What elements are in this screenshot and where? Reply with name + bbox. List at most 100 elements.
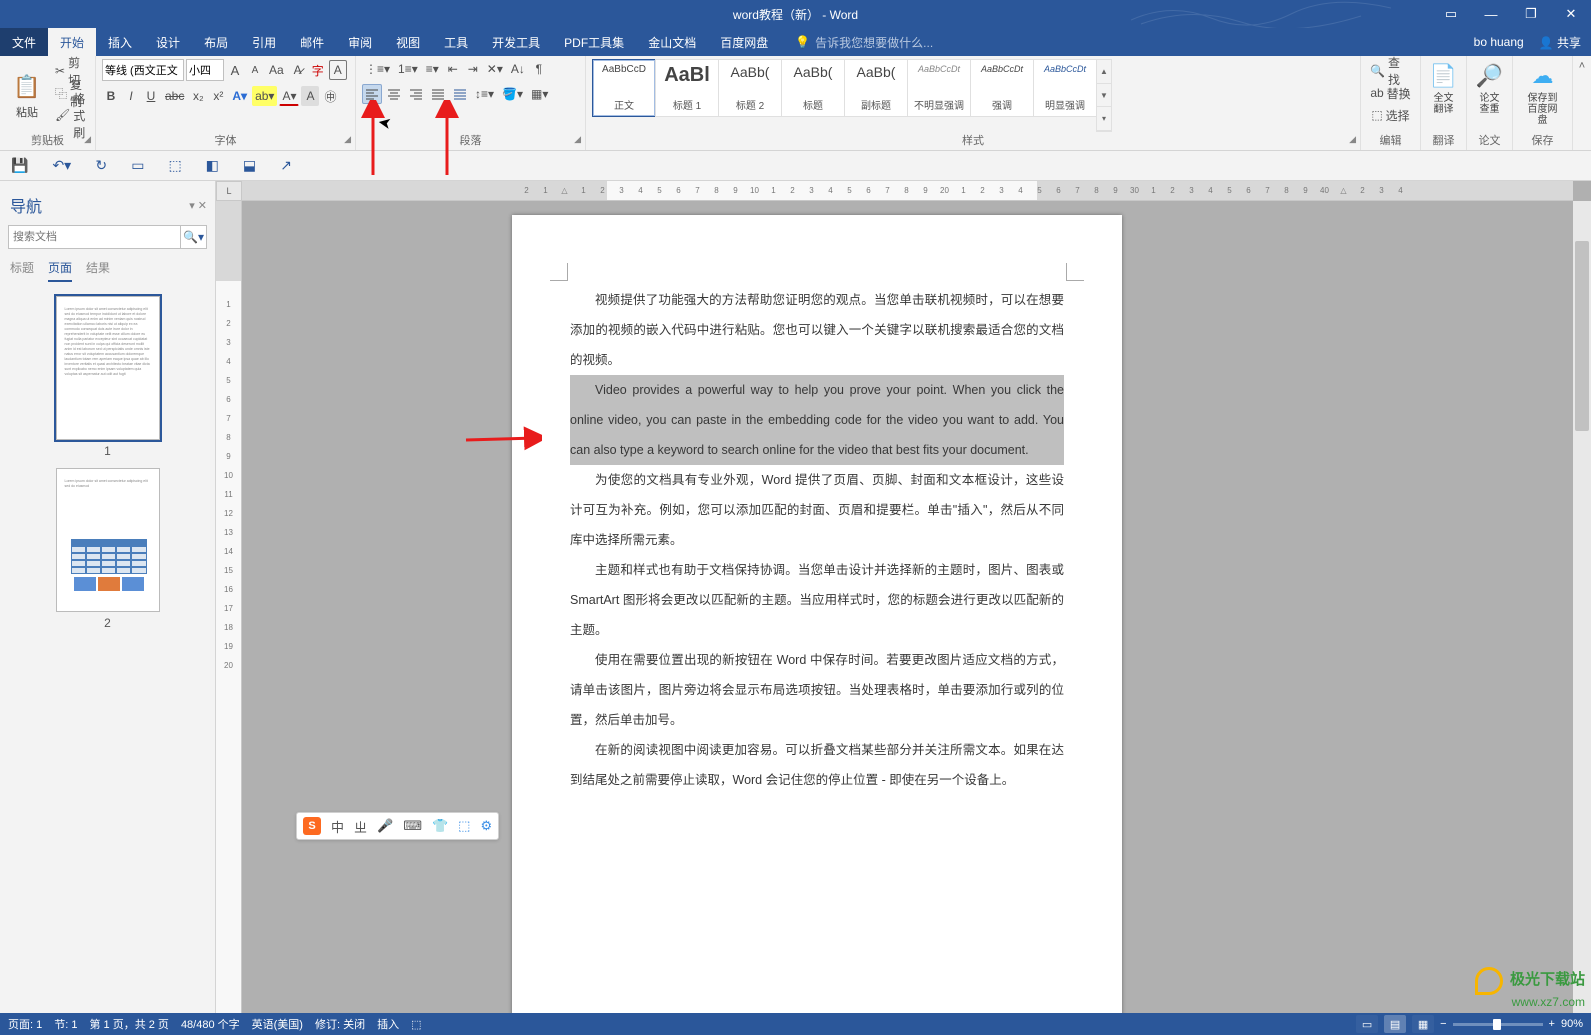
- superscript-button[interactable]: x²: [209, 86, 227, 106]
- zoom-level[interactable]: 90%: [1561, 1018, 1583, 1030]
- tab-file[interactable]: 文件: [0, 28, 48, 56]
- ruler-corner[interactable]: L: [216, 181, 242, 201]
- qat-7[interactable]: ⬓: [240, 156, 259, 176]
- shading-button[interactable]: 🪣▾: [499, 84, 526, 104]
- status-page[interactable]: 页面: 1: [8, 1016, 42, 1032]
- line-spacing-button[interactable]: ↕≡▾: [472, 84, 497, 104]
- style-gallery[interactable]: AaBbCcD正文 AaBl标题 1 AaBb(标题 2 AaBb(标题 AaB…: [592, 59, 1112, 132]
- char-border-button[interactable]: A: [329, 60, 347, 80]
- minimize-button[interactable]: —: [1471, 0, 1511, 28]
- tab-home[interactable]: 开始: [48, 28, 96, 56]
- tab-references[interactable]: 引用: [240, 28, 288, 56]
- doc-paragraph-3[interactable]: 为使您的文档具有专业外观，Word 提供了页眉、页脚、封面和文本框设计，这些设计…: [570, 465, 1064, 555]
- vertical-ruler[interactable]: 1234567891011121314151617181920: [216, 201, 242, 1013]
- qat-8[interactable]: ↗: [277, 156, 295, 176]
- ribbon-display-options[interactable]: ▭: [1431, 0, 1471, 28]
- restore-button[interactable]: ❐: [1511, 0, 1551, 28]
- bullets-button[interactable]: ⋮≡▾: [362, 59, 393, 79]
- view-web-button[interactable]: ▦: [1412, 1015, 1434, 1033]
- style-heading1[interactable]: AaBl标题 1: [655, 59, 719, 117]
- user-name[interactable]: bo huang: [1474, 35, 1524, 49]
- change-case-button[interactable]: Aa: [266, 60, 287, 80]
- doc-paragraph-4[interactable]: 主题和样式也有助于文档保持协调。当您单击设计并选择新的主题时，图片、图表或 Sm…: [570, 555, 1064, 645]
- subscript-button[interactable]: x₂: [189, 86, 207, 106]
- ime-lang[interactable]: 中: [331, 817, 344, 836]
- tab-view[interactable]: 视图: [384, 28, 432, 56]
- status-track[interactable]: 修订: 关闭: [315, 1016, 365, 1032]
- select-button[interactable]: ⬚ 选择: [1367, 105, 1414, 125]
- nav-tab-pages[interactable]: 页面: [48, 259, 72, 282]
- paragraph-launcher[interactable]: ◢: [574, 130, 581, 148]
- font-name-select[interactable]: [102, 59, 184, 81]
- doc-paragraph-1[interactable]: 视频提供了功能强大的方法帮助您证明您的观点。当您单击联机视频时，可以在想要添加的…: [570, 285, 1064, 375]
- status-extra[interactable]: ⬚: [411, 1018, 421, 1031]
- tab-review[interactable]: 审阅: [336, 28, 384, 56]
- status-pages[interactable]: 第 1 页，共 2 页: [89, 1016, 168, 1032]
- paste-button[interactable]: 📋 粘贴: [6, 59, 48, 132]
- nav-tab-results[interactable]: 结果: [86, 259, 110, 282]
- text-effect-button[interactable]: A▾: [229, 86, 250, 106]
- nav-close[interactable]: ✕: [198, 200, 207, 212]
- styles-launcher[interactable]: ◢: [1349, 130, 1356, 148]
- style-subtitle[interactable]: AaBb(副标题: [844, 59, 908, 117]
- doc-paragraph-6[interactable]: 在新的阅读视图中阅读更加容易。可以折叠文档某些部分并关注所需文本。如果在达到结尾…: [570, 735, 1064, 795]
- ime-skin[interactable]: 👕: [432, 818, 448, 834]
- tell-me-search[interactable]: 💡 告诉我您想要做什么...: [795, 28, 933, 56]
- ime-toolbar[interactable]: S 中 ㄓ 🎤 ⌨ 👕 ⬚ ⚙: [296, 812, 499, 840]
- highlight-button[interactable]: ab▾: [252, 86, 277, 106]
- tab-mailings[interactable]: 邮件: [288, 28, 336, 56]
- baidu-save-button[interactable]: ☁保存到百度网盘: [1519, 59, 1566, 128]
- tab-tools[interactable]: 工具: [432, 28, 480, 56]
- status-insert[interactable]: 插入: [377, 1016, 399, 1032]
- nav-search-button[interactable]: 🔍▾: [181, 225, 207, 249]
- tab-insert[interactable]: 插入: [96, 28, 144, 56]
- page-canvas[interactable]: 视频提供了功能强大的方法帮助您证明您的观点。当您单击联机视频时，可以在想要添加的…: [242, 201, 1573, 1013]
- find-button[interactable]: 🔍 查找: [1367, 61, 1414, 81]
- grow-font-button[interactable]: A: [226, 60, 244, 80]
- ribbon-collapse-button[interactable]: ˄: [1573, 56, 1591, 150]
- close-button[interactable]: ✕: [1551, 0, 1591, 28]
- nav-dropdown[interactable]: ▾: [189, 200, 195, 212]
- zoom-in-button[interactable]: +: [1549, 1018, 1555, 1030]
- qat-save[interactable]: 💾: [8, 156, 31, 176]
- thumbnail-page-2[interactable]: Lorem ipsum dolor sit amet consectetur a…: [56, 468, 160, 630]
- share-button[interactable]: 👤 共享: [1539, 34, 1581, 51]
- qat-5[interactable]: ⬚: [165, 156, 184, 176]
- nav-tab-headings[interactable]: 标题: [10, 259, 34, 282]
- view-read-button[interactable]: ▭: [1356, 1015, 1378, 1033]
- justify-button[interactable]: [428, 84, 448, 104]
- style-intense-emphasis[interactable]: AaBbCcDt明显强调: [1033, 59, 1097, 117]
- shrink-font-button[interactable]: A: [246, 60, 264, 80]
- status-lang[interactable]: 英语(美国): [252, 1016, 303, 1032]
- qat-4[interactable]: ▭: [128, 156, 147, 176]
- thesis-button[interactable]: 🔎论文查重: [1473, 59, 1506, 117]
- bold-button[interactable]: B: [102, 86, 120, 106]
- doc-paragraph-5[interactable]: 使用在需要位置出现的新按钮在 Word 中保存时间。若要更改图片适应文档的方式，…: [570, 645, 1064, 735]
- tab-ksdoc[interactable]: 金山文档: [636, 28, 708, 56]
- numbering-button[interactable]: 1≡▾: [395, 59, 421, 79]
- enclose-char-button[interactable]: ㊥: [321, 86, 339, 106]
- tab-devtools[interactable]: 开发工具: [480, 28, 552, 56]
- align-center-button[interactable]: [384, 84, 404, 104]
- style-normal[interactable]: AaBbCcD正文: [592, 59, 656, 117]
- qat-undo[interactable]: ↶▾: [49, 156, 74, 176]
- sort-button[interactable]: A↓: [508, 59, 528, 79]
- align-right-button[interactable]: [406, 84, 426, 104]
- show-marks-button[interactable]: ¶: [530, 59, 548, 79]
- font-launcher[interactable]: ◢: [344, 130, 351, 148]
- qat-6[interactable]: ◧: [203, 156, 222, 176]
- font-color-button[interactable]: A▾: [279, 86, 299, 106]
- ime-keyboard[interactable]: ⌨: [403, 818, 422, 834]
- phonetic-button[interactable]: 字: [309, 60, 327, 80]
- style-gallery-arrows[interactable]: ▲▼▾: [1096, 59, 1112, 132]
- style-emphasis[interactable]: AaBbCcDt强调: [970, 59, 1034, 117]
- format-painter-button[interactable]: 🖌 格式刷: [52, 105, 89, 125]
- ime-voice[interactable]: 🎤: [377, 818, 393, 834]
- zoom-out-button[interactable]: −: [1440, 1018, 1446, 1030]
- horizontal-ruler[interactable]: 21△1234567891012345678920123456789301234…: [242, 181, 1573, 201]
- ime-punct[interactable]: ㄓ: [354, 817, 367, 836]
- multilevel-button[interactable]: ≡▾: [423, 59, 442, 79]
- clear-format-button[interactable]: A̷: [289, 60, 307, 80]
- cn-layout-button[interactable]: ✕▾: [484, 59, 506, 79]
- distribute-button[interactable]: [450, 84, 470, 104]
